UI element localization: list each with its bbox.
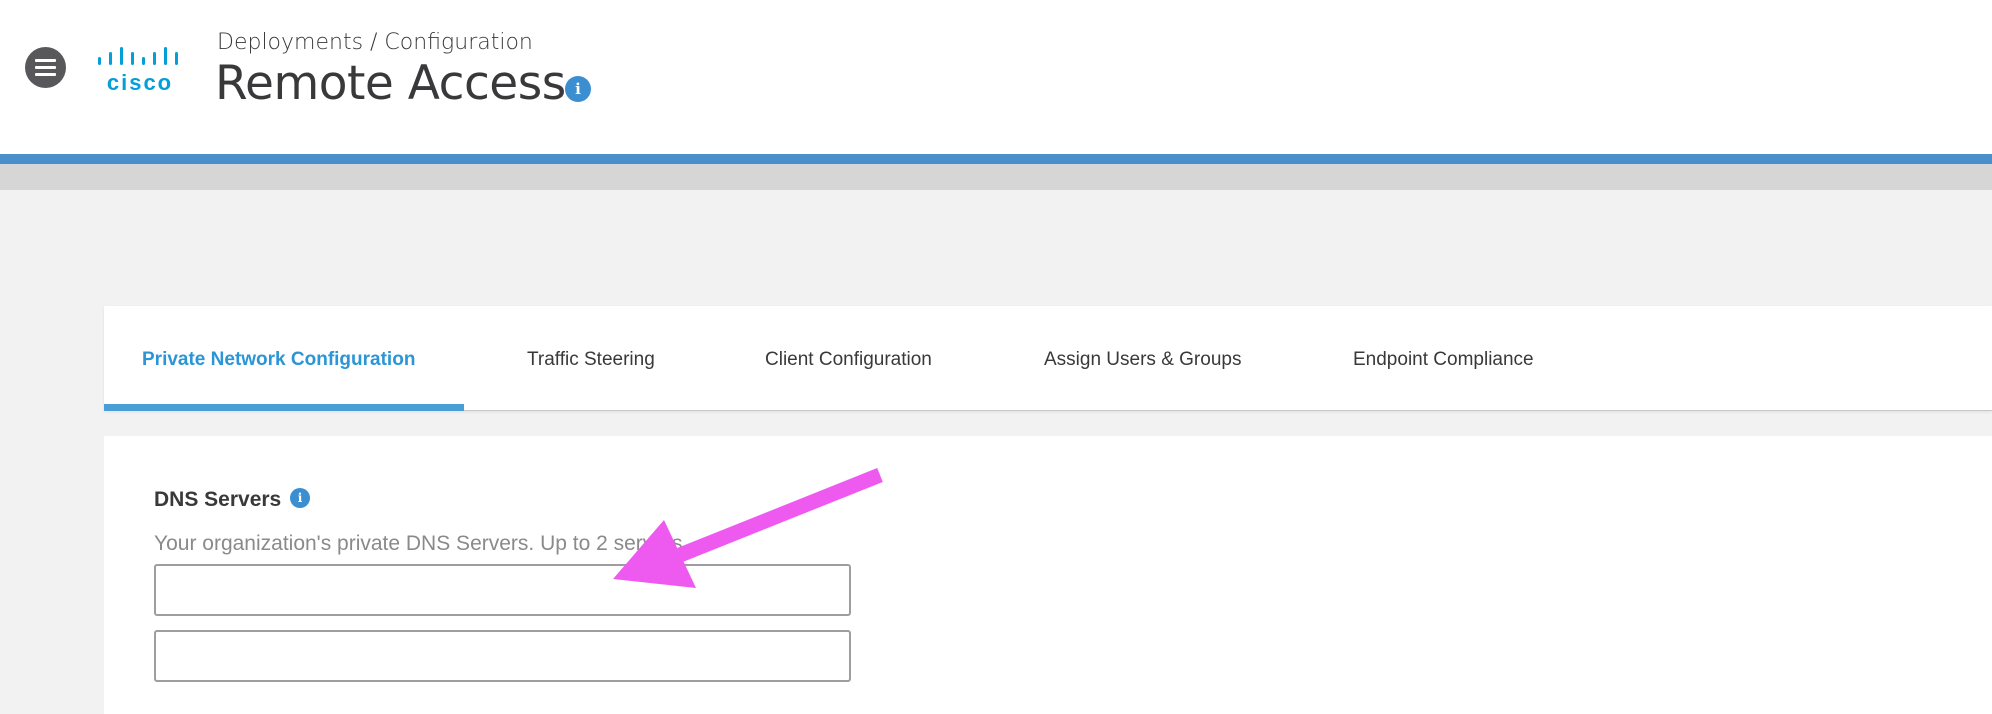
- tab-assign-users-groups[interactable]: Assign Users & Groups: [1044, 306, 1241, 410]
- logo-wordmark: cisco: [106, 70, 174, 95]
- header-accent-bar: [0, 154, 1992, 164]
- tab-endpoint-compliance[interactable]: Endpoint Compliance: [1353, 306, 1534, 410]
- app-root: cisco Deployments / Configuration Remote…: [0, 0, 1992, 714]
- page-title: Remote Access: [215, 56, 566, 111]
- dns-servers-label: DNS Servers: [154, 488, 282, 511]
- tab-client-configuration[interactable]: Client Configuration: [765, 306, 932, 410]
- tab-traffic-steering[interactable]: Traffic Steering: [527, 306, 655, 410]
- dns-server-input-2[interactable]: [154, 630, 851, 682]
- dns-info-icon[interactable]: i: [290, 488, 310, 508]
- header-sub-bar: [0, 164, 1992, 190]
- tab-private-network-configuration[interactable]: Private Network Configuration: [142, 306, 415, 410]
- cisco-logo: cisco: [95, 45, 185, 95]
- hamburger-menu-icon[interactable]: [25, 47, 66, 88]
- tab-bar: Private Network Configuration Traffic St…: [104, 306, 1992, 411]
- dns-settings-card: DNS Servers i Your organization's privat…: [104, 436, 1992, 714]
- dns-server-input-1[interactable]: [154, 564, 851, 616]
- dns-help-text: Your organization's private DNS Servers.…: [154, 532, 689, 555]
- breadcrumb: Deployments / Configuration: [217, 30, 533, 55]
- info-icon[interactable]: i: [565, 76, 591, 102]
- app-header: cisco Deployments / Configuration Remote…: [0, 0, 1992, 154]
- active-tab-indicator: [104, 404, 464, 411]
- cisco-bars-icon: [98, 47, 178, 65]
